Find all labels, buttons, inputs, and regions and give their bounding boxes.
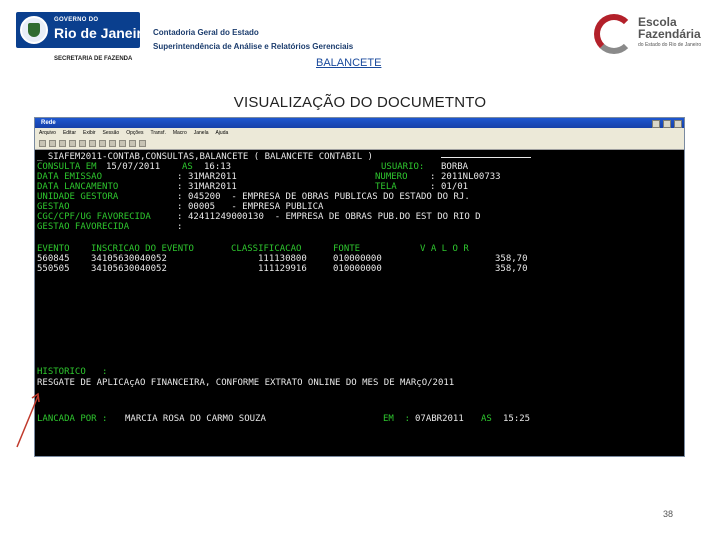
menu-item-opcoes[interactable]: Opções bbox=[126, 130, 143, 136]
as-label: AS bbox=[182, 162, 193, 172]
close-icon[interactable] bbox=[674, 120, 682, 128]
terminal-screen[interactable]: _ SIAFEM2011-CONTAB,CONSULTAS,BALANCETE … bbox=[35, 151, 684, 456]
em-value: 07ABR2011 bbox=[415, 414, 464, 424]
government-logo-box: GOVERNO DO Rio de Janeiro bbox=[16, 12, 150, 48]
gov-subtitle: SECRETARIA DE FAZENDA bbox=[54, 56, 133, 62]
row-classificacao: 111130800 bbox=[258, 254, 307, 264]
cgc-value: 42411249000130 - EMPRESA DE OBRAS PUB.DO… bbox=[188, 212, 481, 222]
menu-bar: Arquivo Editar Exibir Sessão Opções Tran… bbox=[35, 128, 684, 138]
col-evento-header: EVENTO bbox=[37, 244, 70, 254]
slide-header: GOVERNO DO Rio de Janeiro SECRETARIA DE … bbox=[0, 0, 720, 75]
gestao-label: GESTAO bbox=[37, 202, 70, 212]
col-classificacao-header: CLASSIFICACAO bbox=[231, 244, 302, 254]
gov-line2: Rio de Janeiro bbox=[54, 25, 151, 41]
menu-item-macro[interactable]: Macro bbox=[173, 130, 187, 136]
data-lancamento-value: 31MAR2011 bbox=[188, 182, 237, 192]
row-inscricao: 34105630040052 bbox=[91, 264, 167, 274]
row-fonte: 010000000 bbox=[333, 264, 382, 274]
menu-item-sessao[interactable]: Sessão bbox=[103, 130, 120, 136]
paste-icon[interactable] bbox=[89, 140, 96, 147]
balancete-link[interactable]: BALANCETE bbox=[316, 57, 381, 69]
numero-value: 2011NL00733 bbox=[441, 172, 501, 182]
help-icon[interactable] bbox=[139, 140, 146, 147]
escola-fazendaria-logo: Escola Fazendária do Estado do Rio de Ja… bbox=[594, 14, 704, 58]
minimize-icon[interactable] bbox=[652, 120, 660, 128]
window-title: Rede bbox=[41, 120, 56, 126]
historico-label: HISTORICO : bbox=[37, 367, 108, 377]
maximize-icon[interactable] bbox=[663, 120, 671, 128]
connect-icon[interactable] bbox=[99, 140, 106, 147]
print-icon[interactable] bbox=[69, 140, 76, 147]
copy-icon[interactable] bbox=[79, 140, 86, 147]
menu-item-exibir[interactable]: Exibir bbox=[83, 130, 96, 136]
col-valor-header: V A L O R bbox=[420, 244, 469, 254]
lancada-label: LANCADA POR : bbox=[37, 414, 108, 424]
state-seal-icon bbox=[20, 16, 48, 44]
as2-label: AS bbox=[481, 414, 492, 424]
data-lancamento-label: DATA LANCAMENTO bbox=[37, 182, 119, 192]
lancada-value: MARCIA ROSA DO CARMO SOUZA bbox=[125, 414, 266, 424]
row-valor: 358,70 bbox=[495, 254, 528, 264]
page-number: 38 bbox=[663, 509, 674, 519]
tela-value: 01/01 bbox=[441, 182, 469, 192]
government-logo: GOVERNO DO Rio de Janeiro SECRETARIA DE … bbox=[16, 12, 150, 64]
gestao-favorecida-label: GESTAO FAVORECIDA bbox=[37, 222, 130, 232]
ug-label: UNIDADE GESTORA bbox=[37, 192, 119, 202]
menu-item-transf[interactable]: Transf. bbox=[150, 130, 165, 136]
gestao-value: 00005 - EMPRESA PUBLICA bbox=[188, 202, 324, 212]
em-label: EM : bbox=[383, 414, 411, 424]
gov-line1: GOVERNO DO bbox=[54, 17, 99, 23]
new-session-icon[interactable] bbox=[39, 140, 46, 147]
historico-text: RESGATE DE APLICAçAO FINANCEIRA, CONFORM… bbox=[37, 378, 455, 388]
disconnect-icon[interactable] bbox=[109, 140, 116, 147]
tela-label: TELA bbox=[375, 182, 397, 192]
menu-item-janela[interactable]: Janela bbox=[194, 130, 209, 136]
usuario-value: BORBA bbox=[441, 162, 469, 172]
department-line1: Contadoria Geral do Estado bbox=[153, 28, 259, 37]
save-icon[interactable] bbox=[59, 140, 66, 147]
ef-line3: do Estado do Rio de Janeiro bbox=[638, 42, 702, 48]
ef-line2: Fazendária bbox=[638, 27, 701, 41]
data-emissao-value: 31MAR2011 bbox=[188, 172, 237, 182]
toolbar bbox=[35, 138, 684, 150]
swirl-logo-icon bbox=[594, 14, 634, 54]
row-evento: 560845 bbox=[37, 254, 70, 264]
open-icon[interactable] bbox=[49, 140, 56, 147]
row-valor: 358,70 bbox=[495, 264, 528, 274]
slide-title: VISUALIZAÇÃO DO DOCUMETNTO bbox=[233, 94, 487, 111]
row-evento: 550505 bbox=[37, 264, 70, 274]
macro-icon[interactable] bbox=[119, 140, 126, 147]
consulta-label: CONSULTA EM bbox=[37, 162, 97, 172]
settings-icon[interactable] bbox=[129, 140, 136, 147]
department-line2: Superintendência de Análise e Relatórios… bbox=[153, 42, 354, 51]
row-classificacao: 111129916 bbox=[258, 264, 307, 274]
menu-item-editar[interactable]: Editar bbox=[63, 130, 76, 136]
window-controls bbox=[652, 120, 682, 128]
numero-label: NUMERO bbox=[375, 172, 408, 182]
terminal-window: Rede Arquivo Editar Exibir Sessão Opções… bbox=[34, 117, 685, 457]
col-fonte-header: FONTE bbox=[333, 244, 361, 254]
menu-item-ajuda[interactable]: Ajuda bbox=[215, 130, 228, 136]
row-inscricao: 34105630040052 bbox=[91, 254, 167, 264]
ug-value: 045200 - EMPRESA DE OBRAS PUBLICAS DO ES… bbox=[188, 192, 470, 202]
terminal-command: _ SIAFEM2011-CONTAB,CONSULTAS,BALANCETE … bbox=[37, 152, 373, 162]
pointer-arrow-icon bbox=[16, 392, 40, 448]
window-titlebar[interactable]: Rede bbox=[35, 118, 684, 128]
usuario-label: USUARIO: bbox=[381, 162, 425, 172]
cgc-label: CGC/CPF/UG FAVORECIDA bbox=[37, 212, 151, 222]
row-fonte: 010000000 bbox=[333, 254, 382, 264]
menu-item-arquivo[interactable]: Arquivo bbox=[39, 130, 56, 136]
time2-value: 15:25 bbox=[503, 414, 531, 424]
consulta-value: 15/07/2011 bbox=[106, 162, 161, 172]
time-value: 16:13 bbox=[204, 162, 232, 172]
command-underline bbox=[441, 157, 531, 158]
data-emissao-label: DATA EMISSAO bbox=[37, 172, 103, 182]
col-inscricao-header: INSCRICAO DO EVENTO bbox=[91, 244, 194, 254]
